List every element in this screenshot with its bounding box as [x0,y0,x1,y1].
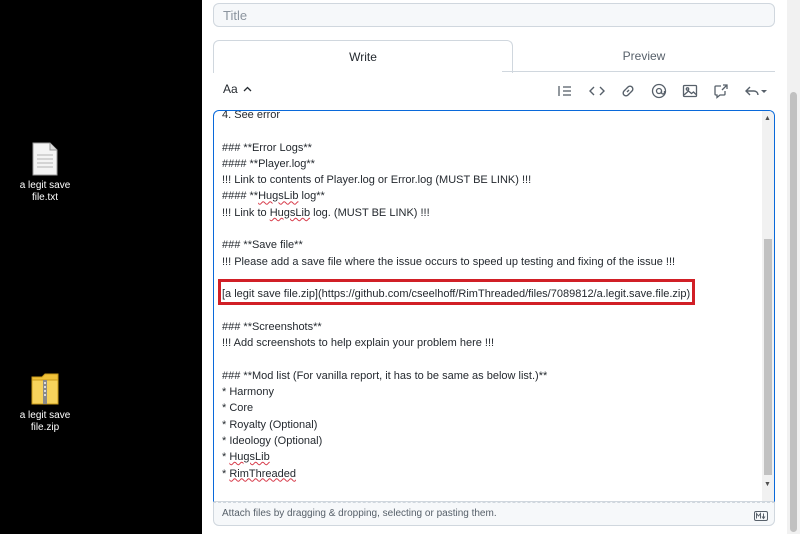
editor-scrollbar[interactable]: ▲ ▼ [762,111,774,501]
editor-line: ### **Save file** [222,239,303,252]
editor-line: !!! Add screenshots to help explain your… [222,337,495,350]
desktop-file-zip[interactable]: a legit save file.zip [0,372,90,434]
editor-line: ### **Error Logs** [222,141,312,154]
mention-icon[interactable] [650,82,668,100]
highlight-annotation-box [218,279,695,305]
file-label: a legit save file.txt [19,180,71,203]
numbered-list-icon[interactable] [556,82,574,100]
markdown-toolbar: Aa [213,78,775,104]
editor-line: * RimThreaded [222,467,296,480]
chevron-up-icon [243,86,252,92]
file-label: a legit save file.zip [19,410,71,433]
reply-dropdown-icon[interactable] [743,82,771,100]
editor-line: * Ideology (Optional) [222,434,323,447]
editor-line: #### **HugsLib log** [222,190,325,203]
cross-reference-icon[interactable] [712,82,730,100]
editor-line: ### **Screenshots** [222,320,322,333]
tab-divider [502,71,775,72]
code-icon[interactable] [588,82,606,100]
editor-line: !!! Please add a save file where the iss… [222,255,676,268]
editor-line: * Core [222,402,254,415]
desktop: a legit save file.txt a legit save file.… [0,0,202,534]
editor-scroll-thumb[interactable] [764,239,772,475]
issue-form-panel: Title Write Preview Aa 4. See error ### … [202,0,800,534]
zip-folder-icon [0,372,90,406]
editor-line: ### **Mod list (For vanilla report, it h… [222,369,548,382]
title-input[interactable]: Title [213,3,775,27]
scroll-up-arrow-icon[interactable]: ▲ [764,115,771,122]
editor-line: #### **Player.log** [222,157,315,170]
text-style-button[interactable]: Aa [223,82,252,96]
attach-files-bar[interactable]: Attach files by dragging & dropping, sel… [213,502,775,526]
page-scrollbar[interactable] [787,0,800,534]
tab-preview[interactable]: Preview [513,40,775,72]
issue-body-textarea[interactable]: 4. See error ### **Error Logs** #### **Pla… [213,110,775,502]
tab-write[interactable]: Write [213,40,513,73]
editor-tabs: Write Preview [213,40,775,73]
editor-line: !!! Link to HugsLib log. (MUST BE LINK) … [222,206,430,219]
link-icon[interactable] [619,82,637,100]
image-icon[interactable] [681,82,699,100]
editor-line: 4. See error [222,110,281,121]
text-file-icon [0,142,90,176]
page-scroll-thumb[interactable] [790,92,797,532]
attach-hint: Attach files by dragging & dropping, sel… [222,508,497,519]
scroll-down-arrow-icon[interactable]: ▼ [764,481,771,488]
editor-line: !!! Link to contents of Player.log or Er… [222,174,532,187]
desktop-file-txt[interactable]: a legit save file.txt [0,142,90,204]
editor-line: * HugsLib [222,451,270,464]
editor-line: * Harmony [222,386,274,399]
markdown-icon[interactable] [754,508,768,530]
editor-line: * Royalty (Optional) [222,418,318,431]
